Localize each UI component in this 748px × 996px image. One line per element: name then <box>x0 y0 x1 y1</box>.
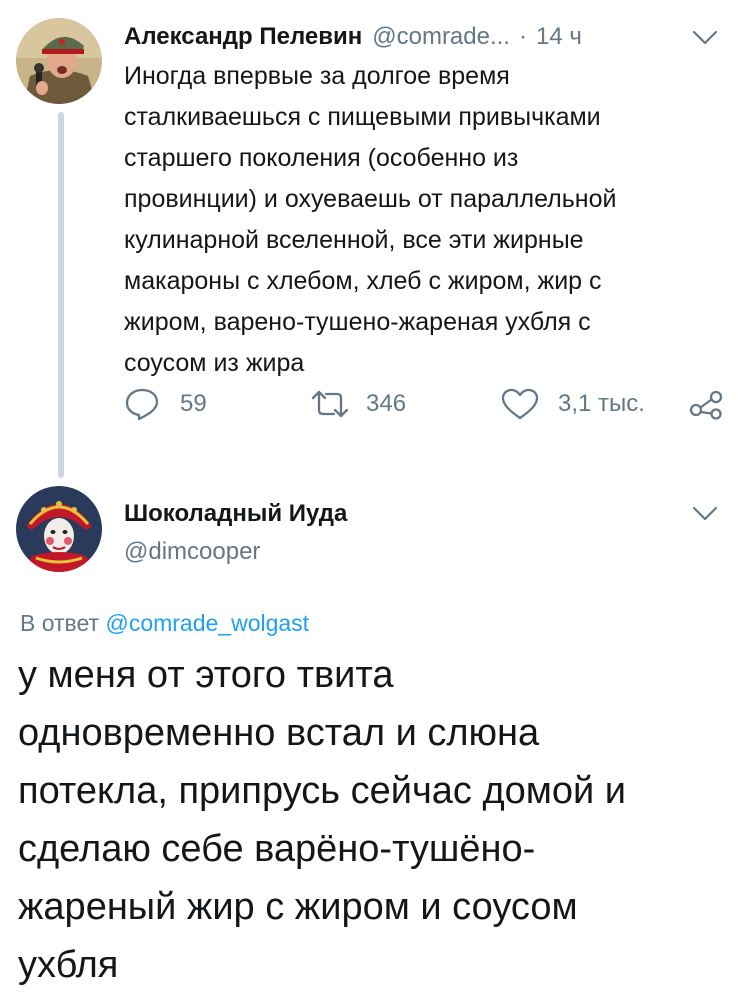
reply-icon <box>124 387 160 421</box>
tweet-text-line: сталкиваешься с пищевыми привычками <box>124 103 601 131</box>
tweet-header: Александр Пелевин @comrade... · 14 ч <box>124 20 582 54</box>
tweet-text-line: соусом из жира <box>124 349 305 377</box>
tweet-text-line: провинции) и охуеваешь от параллельной <box>124 185 617 213</box>
tweet-actions: 59 346 3,1 тыс. <box>0 384 748 424</box>
author-handle[interactable]: @comrade... <box>372 23 510 51</box>
timestamp[interactable]: 14 ч <box>536 23 582 51</box>
like-button[interactable]: 3,1 тыс. <box>500 384 645 424</box>
author-handle[interactable]: @dimcooper <box>124 538 260 566</box>
avatar[interactable] <box>16 486 102 572</box>
tweet-text-line: макароны с хлебом, хлеб с жиром, жир с <box>124 267 602 295</box>
tweet-text-line: кулинарной вселенной, все эти жирные <box>124 226 584 254</box>
tweet-text-line: жареный жир с жиром и соусом <box>18 886 578 928</box>
separator-dot: · <box>518 23 527 50</box>
like-count: 3,1 тыс. <box>558 390 645 417</box>
tweet-text-line: Иногда впервые за долгое время <box>124 62 510 90</box>
tweet-text: у меня от этого твита одновременно встал… <box>18 646 738 994</box>
chevron-down-icon[interactable] <box>692 30 718 46</box>
tweet-text-line: жиром, варено-тушено-жареная ухбля с <box>124 308 591 336</box>
retweet-icon <box>310 388 350 420</box>
reply-button[interactable]: 59 <box>124 384 207 424</box>
reply-context: В ответ @comrade_wolgast <box>20 610 309 637</box>
heart-icon <box>500 387 540 421</box>
tweet-text-line: сделаю себе варёно-тушёно- <box>18 828 536 870</box>
tweet-text: Иногда впервые за долгое время сталкивае… <box>124 56 734 384</box>
chevron-down-icon[interactable] <box>692 506 718 522</box>
reply-mention-link[interactable]: @comrade_wolgast <box>105 610 309 636</box>
tweet-text-line: одновременно встал и слюна <box>18 712 540 754</box>
tweet-text-line: старшего поколения (особенно из <box>124 144 519 172</box>
tweet-text-line: ухбля <box>18 944 119 986</box>
retweet-button[interactable]: 346 <box>310 384 406 424</box>
tweet-text-line: потекла, припрусь сейчас домой и <box>18 770 627 812</box>
reply-prefix: В ответ <box>20 610 100 636</box>
avatar[interactable] <box>16 18 102 104</box>
retweet-count: 346 <box>366 390 407 417</box>
share-icon <box>688 388 724 420</box>
author-name[interactable]: Александр Пелевин <box>124 23 362 51</box>
reply-count: 59 <box>180 390 207 417</box>
author-name[interactable]: Шоколадный Иуда <box>124 500 347 528</box>
tweet-text-line: у меня от этого твита <box>18 654 394 696</box>
share-button[interactable] <box>688 384 724 424</box>
